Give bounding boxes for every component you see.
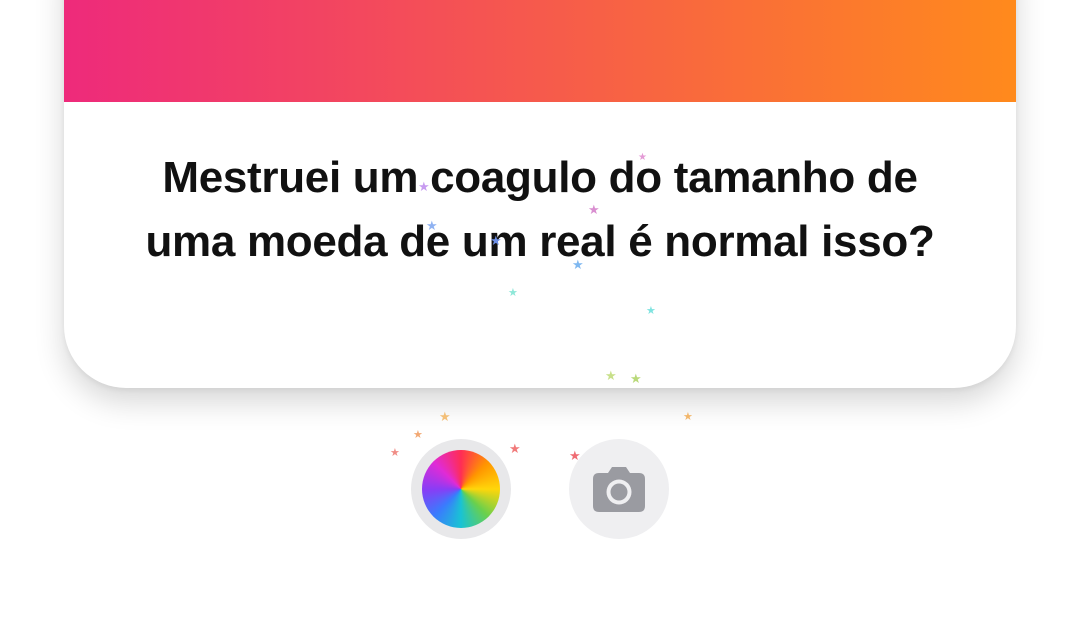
question-sticker-screen: Mestruei um coagulo do tamanho de uma mo…	[0, 0, 1080, 618]
sparkle-star: ★	[439, 410, 451, 425]
question-text[interactable]: Mestruei um coagulo do tamanho de uma mo…	[124, 146, 956, 274]
sparkle-star: ★	[683, 410, 693, 423]
card-header-gradient	[64, 0, 1016, 102]
camera-button[interactable]	[569, 439, 669, 539]
sparkle-star: ★	[413, 428, 423, 441]
sparkle-star: ★	[509, 442, 521, 457]
sparkle-star: ★	[390, 446, 400, 459]
color-picker-button[interactable]	[411, 439, 511, 539]
color-wheel-icon	[422, 450, 500, 528]
question-card[interactable]: Mestruei um coagulo do tamanho de uma mo…	[64, 0, 1016, 388]
camera-icon	[593, 467, 645, 512]
